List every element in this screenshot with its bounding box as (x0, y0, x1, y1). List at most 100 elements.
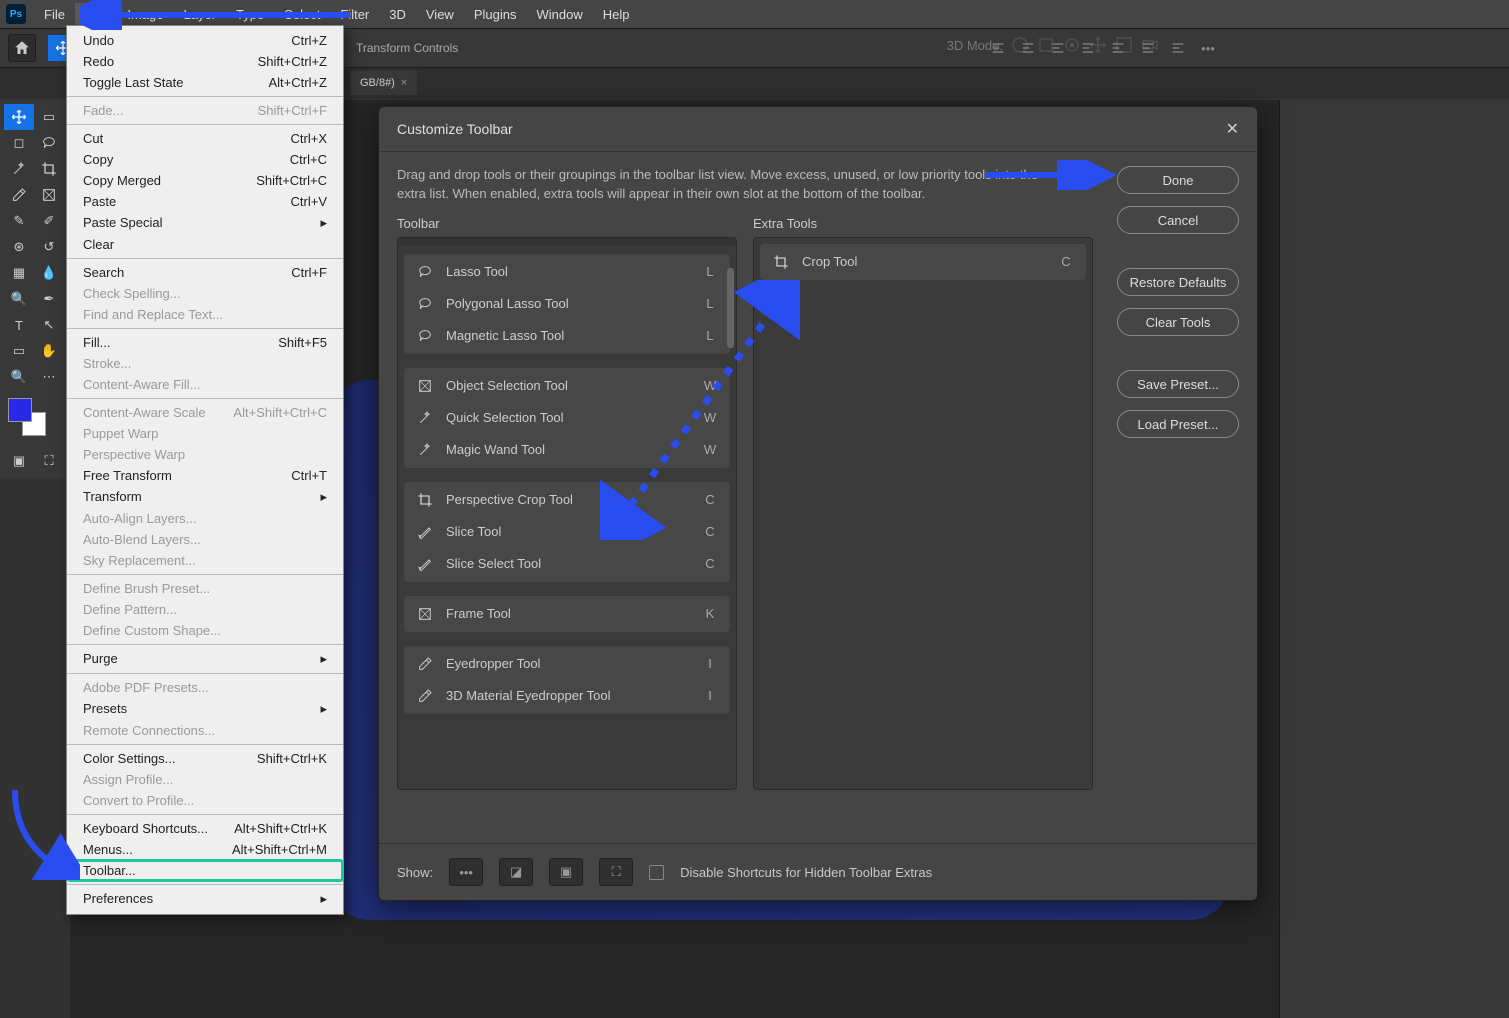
menu-view[interactable]: View (416, 3, 464, 26)
document-tab[interactable]: GB/8#) × (350, 71, 417, 95)
lasso-tool[interactable] (34, 130, 64, 156)
menu-item-purge[interactable]: Purge▸ (67, 648, 343, 670)
eyedropper-tool[interactable] (4, 182, 34, 208)
foreground-swatch[interactable] (8, 398, 32, 422)
restore-defaults-button[interactable]: Restore Defaults (1117, 268, 1239, 296)
3d-roll-icon[interactable] (1063, 36, 1081, 54)
color-swatches[interactable] (4, 396, 66, 446)
3d-camera-icon[interactable] (1141, 36, 1159, 54)
align-btn-7[interactable] (1165, 35, 1191, 61)
menu-filter[interactable]: Filter (330, 3, 379, 26)
menu-item-clear[interactable]: Clear (67, 234, 343, 255)
menu-item-presets[interactable]: Presets▸ (67, 698, 343, 720)
menu-image[interactable]: Image (117, 3, 173, 26)
menu-item-preferences[interactable]: Preferences▸ (67, 888, 343, 910)
pencil-tool[interactable]: ✐ (34, 208, 64, 234)
clone-tool[interactable]: ⊛ (4, 234, 34, 260)
menu-item-menus[interactable]: Menus...Alt+Shift+Ctrl+M (67, 839, 343, 860)
tool-item-polygonal-lasso-tool[interactable]: Polygonal Lasso ToolL (404, 288, 730, 320)
tool-item-eyedropper-tool[interactable]: Eyedropper ToolI (404, 648, 730, 680)
tool-group[interactable]: Frame ToolK (404, 596, 730, 632)
marquee-tool[interactable]: ◻ (4, 130, 34, 156)
history-brush-tool[interactable]: ↺ (34, 234, 64, 260)
crop-tool[interactable] (34, 156, 64, 182)
3d-move-icon[interactable] (1089, 36, 1107, 54)
toolbar-list[interactable]: Lasso ToolLPolygonal Lasso ToolLMagnetic… (397, 237, 737, 790)
type-tool[interactable]: T (4, 312, 34, 338)
menu-item-toolbar[interactable]: Toolbar... (67, 860, 343, 881)
load-preset-button[interactable]: Load Preset... (1117, 410, 1239, 438)
menu-help[interactable]: Help (593, 3, 640, 26)
menu-item-fill[interactable]: Fill...Shift+F5 (67, 332, 343, 353)
show-fgbg-btn[interactable]: ◪ (499, 858, 533, 886)
show-extras-btn[interactable]: ••• (449, 858, 483, 886)
tool-group[interactable]: Eyedropper ToolI3D Material Eyedropper T… (404, 646, 730, 714)
pen-tool[interactable]: ✒ (34, 286, 64, 312)
quick-select-tool[interactable] (4, 156, 34, 182)
zoom-tool[interactable]: 🔍 (4, 364, 34, 390)
home-button[interactable] (8, 34, 36, 62)
tool-group[interactable]: Perspective Crop ToolCSlice ToolCSlice S… (404, 482, 730, 582)
tool-item-slice-select-tool[interactable]: Slice Select ToolC (404, 548, 730, 580)
quickmask-tool[interactable]: ▣ (4, 448, 34, 474)
tool-item-lasso-tool[interactable]: Lasso ToolL (404, 256, 730, 288)
disable-shortcuts-checkbox[interactable] (649, 865, 664, 880)
menu-item-copy[interactable]: CopyCtrl+C (67, 149, 343, 170)
3d-pan-icon[interactable] (1037, 36, 1055, 54)
done-button[interactable]: Done (1117, 166, 1239, 194)
menu-item-color-settings[interactable]: Color Settings...Shift+Ctrl+K (67, 748, 343, 769)
menu-item-paste[interactable]: PasteCtrl+V (67, 191, 343, 212)
tool-item-magnetic-lasso-tool[interactable]: Magnetic Lasso ToolL (404, 320, 730, 352)
menu-type[interactable]: Type (226, 3, 274, 26)
scrollbar-thumb[interactable] (727, 268, 734, 348)
menu-3d[interactable]: 3D (379, 3, 416, 26)
tool-item-slice-tool[interactable]: Slice ToolC (404, 516, 730, 548)
tool-item-crop-tool[interactable]: Crop ToolC (760, 246, 1086, 278)
3d-orbit-icon[interactable] (1011, 36, 1029, 54)
show-screenmode-btn[interactable]: ⛶ (599, 858, 633, 886)
tool-item--d-material-eyedropper-tool[interactable]: 3D Material Eyedropper ToolI (404, 680, 730, 712)
menu-select[interactable]: Select (274, 3, 330, 26)
3d-scale-icon[interactable] (1115, 36, 1133, 54)
close-dialog-icon[interactable]: ✕ (1226, 119, 1239, 139)
menu-window[interactable]: Window (526, 3, 592, 26)
menu-layer[interactable]: Layer (174, 3, 227, 26)
menu-item-keyboard-shortcuts[interactable]: Keyboard Shortcuts...Alt+Shift+Ctrl+K (67, 818, 343, 839)
shape-tool[interactable]: ▭ (4, 338, 34, 364)
move-tool[interactable] (4, 104, 34, 130)
menu-file[interactable]: File (34, 3, 75, 26)
dodge-tool[interactable]: 🔍 (4, 286, 34, 312)
show-quickmask-btn[interactable]: ▣ (549, 858, 583, 886)
tool-item-quick-selection-tool[interactable]: Quick Selection ToolW (404, 402, 730, 434)
tool-item-magic-wand-tool[interactable]: Magic Wand ToolW (404, 434, 730, 466)
brush-tool[interactable]: ✎ (4, 208, 34, 234)
tool-group[interactable]: Crop ToolC (760, 244, 1086, 280)
extra-tool[interactable]: ⋯ (34, 364, 64, 390)
blur-tool[interactable]: 💧 (34, 260, 64, 286)
clear-tools-button[interactable]: Clear Tools (1117, 308, 1239, 336)
frame-tool[interactable] (34, 182, 64, 208)
menu-item-undo[interactable]: UndoCtrl+Z (67, 30, 343, 51)
tool-item-perspective-crop-tool[interactable]: Perspective Crop ToolC (404, 484, 730, 516)
gradient-tool[interactable]: ▦ (4, 260, 34, 286)
menu-plugins[interactable]: Plugins (464, 3, 527, 26)
tool-group[interactable]: Object Selection ToolWQuick Selection To… (404, 368, 730, 468)
cancel-button[interactable]: Cancel (1117, 206, 1239, 234)
tool-item-object-selection-tool[interactable]: Object Selection ToolW (404, 370, 730, 402)
menu-item-free-transform[interactable]: Free TransformCtrl+T (67, 465, 343, 486)
menu-item-copy-merged[interactable]: Copy MergedShift+Ctrl+C (67, 170, 343, 191)
screenmode-tool[interactable]: ⛶ (34, 448, 64, 474)
menu-item-toggle-last-state[interactable]: Toggle Last StateAlt+Ctrl+Z (67, 72, 343, 93)
artboard-tool[interactable]: ▭ (34, 104, 64, 130)
menu-item-transform[interactable]: Transform▸ (67, 486, 343, 508)
tool-item-frame-tool[interactable]: Frame ToolK (404, 598, 730, 630)
more-options-btn[interactable]: ••• (1195, 35, 1221, 61)
menu-item-search[interactable]: SearchCtrl+F (67, 262, 343, 283)
menu-item-redo[interactable]: RedoShift+Ctrl+Z (67, 51, 343, 72)
menu-edit[interactable]: Edit (75, 3, 117, 26)
hand-tool[interactable]: ✋ (34, 338, 64, 364)
tool-group[interactable]: Lasso ToolLPolygonal Lasso ToolLMagnetic… (404, 254, 730, 354)
path-select-tool[interactable]: ↖ (34, 312, 64, 338)
menu-item-paste-special[interactable]: Paste Special▸ (67, 212, 343, 234)
menu-item-cut[interactable]: CutCtrl+X (67, 128, 343, 149)
